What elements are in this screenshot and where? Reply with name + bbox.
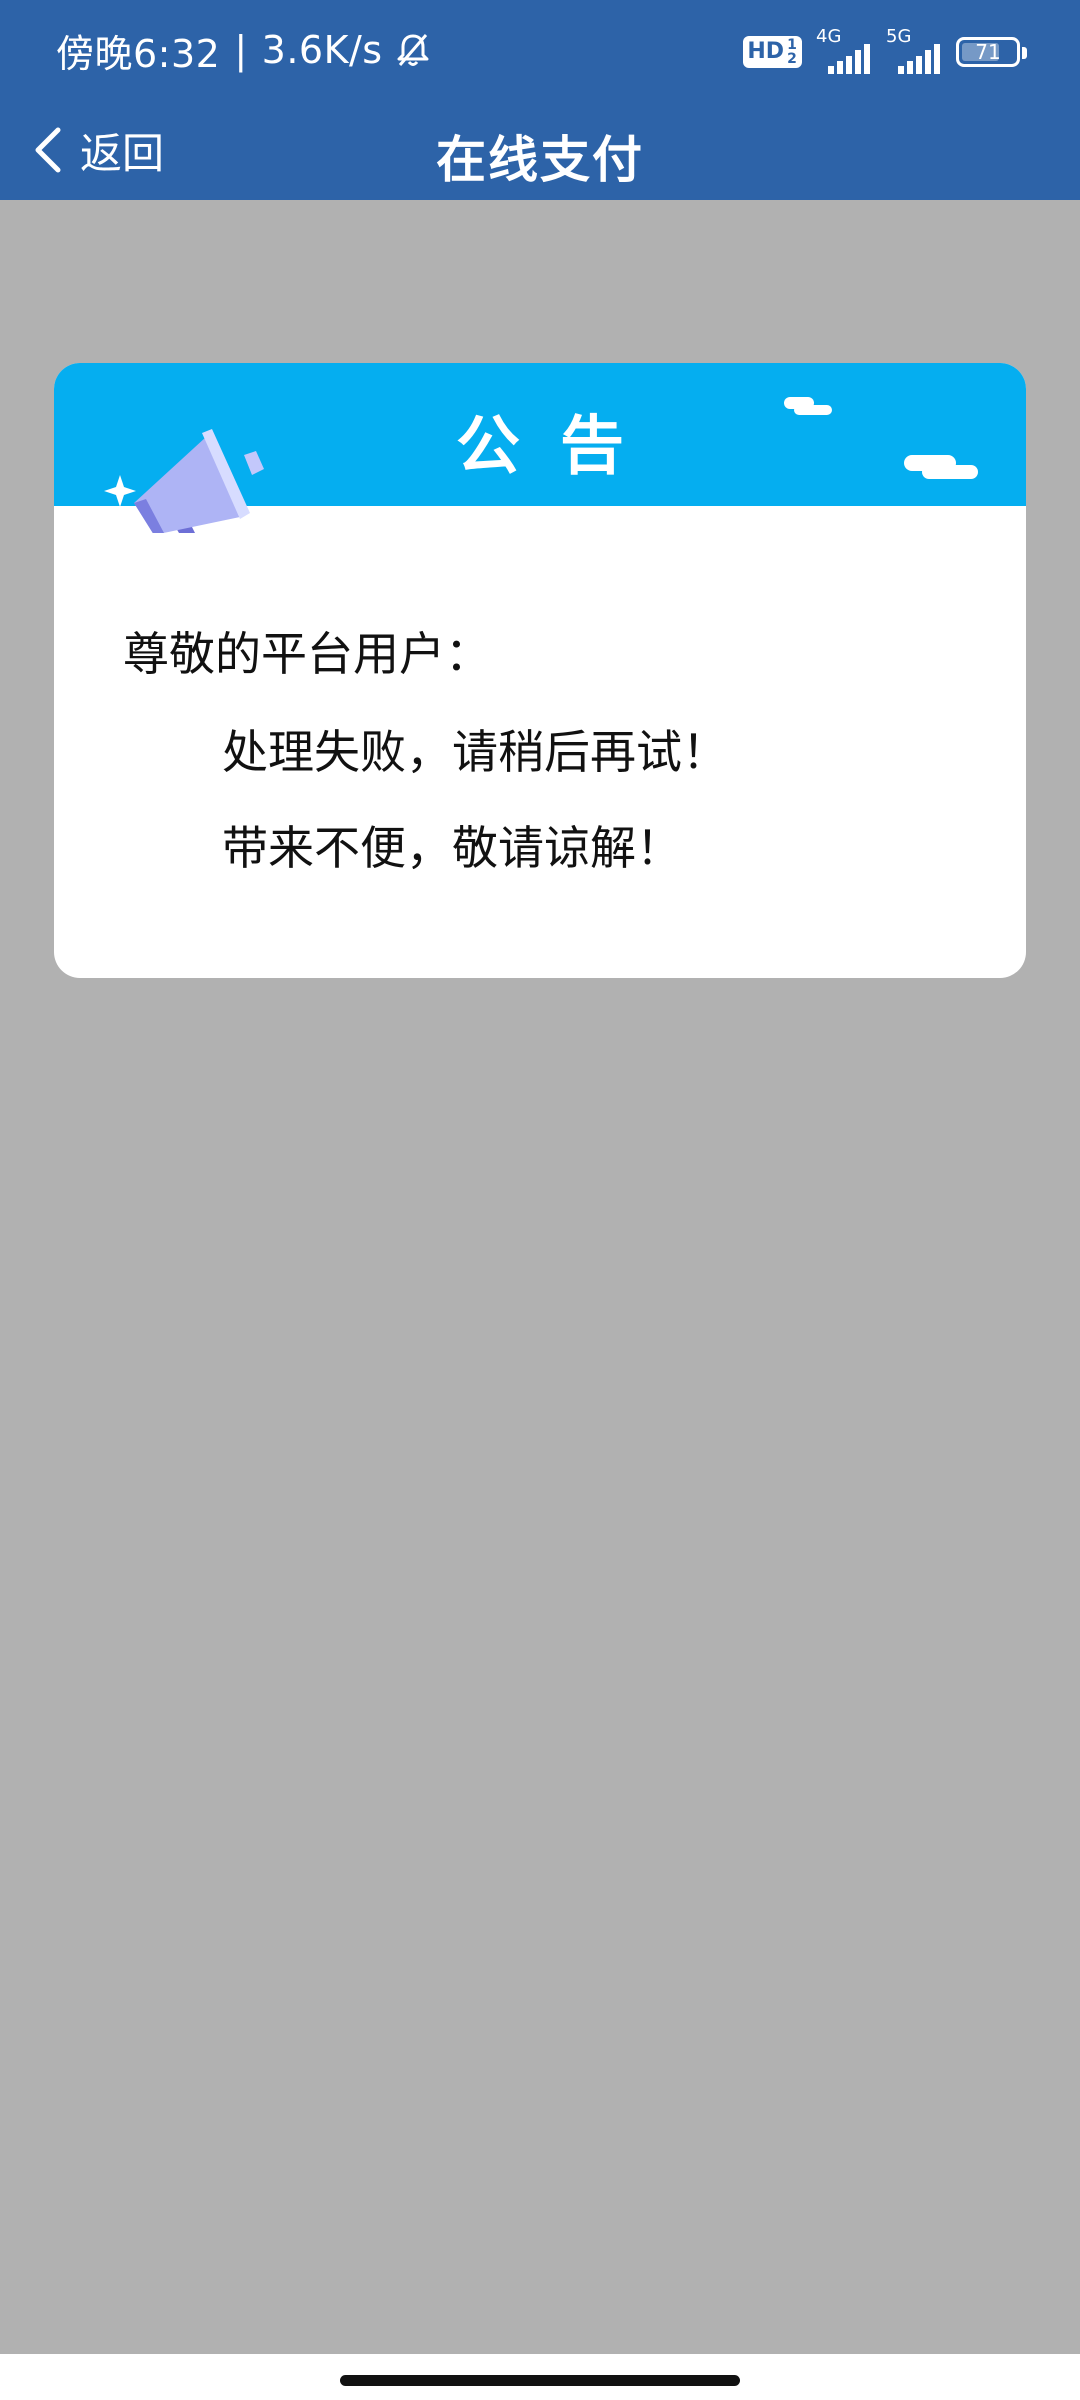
battery-tip: [1022, 47, 1027, 59]
battery-icon: 71: [956, 37, 1027, 67]
hd-sub-label: 1 2: [787, 37, 797, 67]
screen: 傍晚6:32 | 3.6K/s HD 1 2 4G 5G 71 返回 在线支付 …: [0, 0, 1080, 2400]
hd-label: HD: [747, 39, 784, 64]
status-bar: 傍晚6:32 | 3.6K/s HD 1 2 4G 5G 71: [0, 0, 1080, 100]
sim1-signal-icon: 4G: [816, 26, 872, 74]
notice-banner: 公告: [54, 363, 1026, 533]
notice-greeting: 尊敬的平台用户：: [123, 627, 491, 681]
notice-message-error: 处理失败，请稍后再试！: [222, 725, 728, 779]
clouds-decoration: [784, 397, 978, 479]
notice-message-apology: 带来不便，敬请谅解！: [222, 821, 682, 875]
hd-voice-icon: HD 1 2: [743, 36, 802, 68]
bell-off-icon: [393, 30, 433, 70]
nav-bar: 返回 在线支付: [0, 100, 1080, 200]
notice-card: 公告 尊敬的平台用户： 处理失败，请稍后再试！ 带来不便，敬请谅解！: [54, 363, 1026, 978]
status-time: 傍晚6:32: [56, 31, 221, 76]
gesture-bar: [0, 2354, 1080, 2400]
status-left: 傍晚6:32 | 3.6K/s: [56, 22, 433, 78]
page-title: 在线支付: [436, 131, 644, 189]
header: 傍晚6:32 | 3.6K/s HD 1 2 4G 5G 71 返回 在线支付: [0, 0, 1080, 200]
battery-percent: 71: [975, 40, 1001, 64]
network-speed: 3.6K/s: [261, 28, 383, 72]
notice-body: 尊敬的平台用户： 处理失败，请稍后再试！ 带来不便，敬请谅解！: [54, 506, 1026, 978]
status-right: HD 1 2 4G 5G 71: [743, 26, 1027, 76]
sim2-signal-icon: 5G: [886, 26, 942, 74]
status-separator: |: [234, 28, 248, 72]
home-indicator[interactable]: [340, 2375, 740, 2386]
